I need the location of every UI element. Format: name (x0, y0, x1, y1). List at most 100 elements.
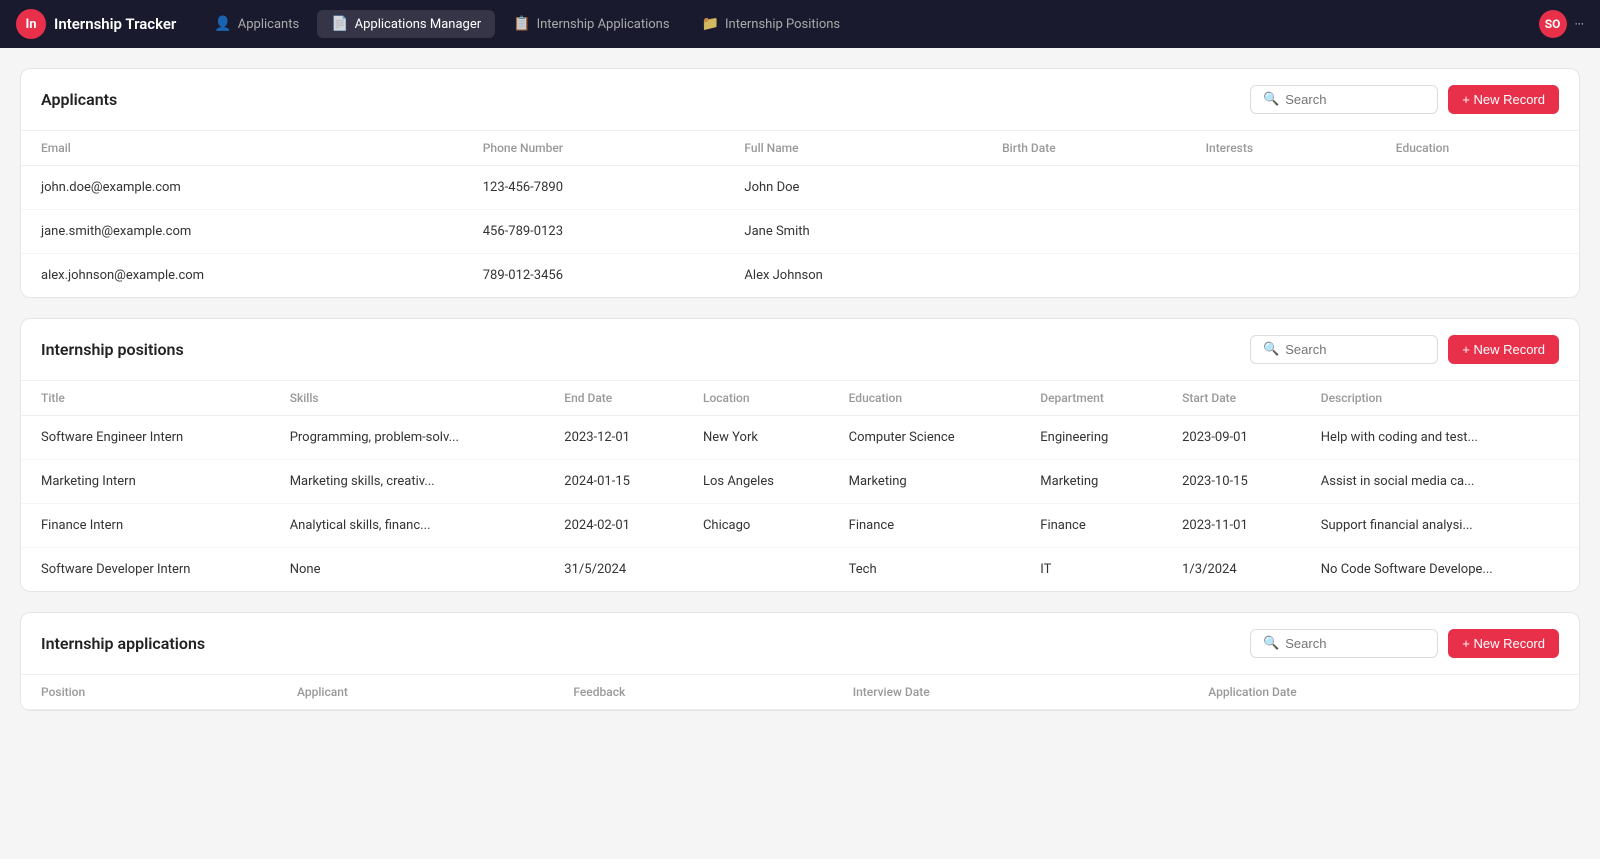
cell-edu: Computer Science (829, 416, 1021, 460)
applications-search-input[interactable] (1285, 636, 1425, 651)
cell-email: jane.smith@example.com (21, 210, 463, 254)
cell-location: Los Angeles (683, 460, 829, 504)
table-row[interactable]: alex.johnson@example.com 789-012-3456 Al… (21, 254, 1579, 298)
cell-title: Finance Intern (21, 504, 270, 548)
positions-search-box[interactable]: 🔍 (1250, 335, 1438, 364)
applications-title: Internship applications (41, 634, 1250, 653)
applications-header: Internship applications 🔍 + New Record (21, 613, 1579, 675)
col-email: Email (21, 131, 463, 166)
table-row[interactable]: Marketing Intern Marketing skills, creat… (21, 460, 1579, 504)
col-application-date: Application Date (1188, 675, 1579, 710)
user-avatar[interactable]: SO (1539, 10, 1567, 38)
applications-search-box[interactable]: 🔍 (1250, 629, 1438, 658)
cell-end-date: 2023-12-01 (544, 416, 683, 460)
cell-start-date: 1/3/2024 (1162, 548, 1301, 592)
applicants-table: Email Phone Number Full Name Birth Date … (21, 131, 1579, 297)
col-position: Position (21, 675, 277, 710)
col-description: Description (1301, 381, 1579, 416)
cell-interests (1186, 166, 1376, 210)
cell-edu: Marketing (829, 460, 1021, 504)
cell-email: john.doe@example.com (21, 166, 463, 210)
applicants-table-header-row: Email Phone Number Full Name Birth Date … (21, 131, 1579, 166)
search-icon: 🔍 (1263, 92, 1279, 107)
cell-end-date: 2024-01-15 (544, 460, 683, 504)
applicants-search-box[interactable]: 🔍 (1250, 85, 1438, 114)
clipboard-icon: 📋 (513, 16, 530, 32)
nav-right: SO ··· (1539, 10, 1584, 38)
cell-education (1376, 210, 1579, 254)
col-skills: Skills (270, 381, 545, 416)
cell-start-date: 2023-11-01 (1162, 504, 1301, 548)
table-row[interactable]: jane.smith@example.com 456-789-0123 Jane… (21, 210, 1579, 254)
positions-header: Internship positions 🔍 + New Record (21, 319, 1579, 381)
nav-tab-applicants[interactable]: 👤 Applicants (200, 10, 313, 38)
col-location: Location (683, 381, 829, 416)
cell-department: Finance (1020, 504, 1162, 548)
cell-start-date: 2023-10-15 (1162, 460, 1301, 504)
applications-table-wrap: Position Applicant Feedback Interview Da… (21, 675, 1579, 710)
cell-education (1376, 166, 1579, 210)
col-end-date: End Date (544, 381, 683, 416)
cell-skills: Analytical skills, financ... (270, 504, 545, 548)
cell-birth-date (982, 210, 1186, 254)
applicants-table-body: john.doe@example.com 123-456-7890 John D… (21, 166, 1579, 298)
person-icon: 👤 (214, 16, 231, 32)
nav-tab-internship-applications[interactable]: 📋 Internship Applications (499, 10, 683, 38)
positions-card: Internship positions 🔍 + New Record Titl… (20, 318, 1580, 592)
cell-title: Software Developer Intern (21, 548, 270, 592)
cell-email: alex.johnson@example.com (21, 254, 463, 298)
table-row[interactable]: Software Engineer Intern Programming, pr… (21, 416, 1579, 460)
logo-badge: In (16, 9, 46, 39)
table-row[interactable]: john.doe@example.com 123-456-7890 John D… (21, 166, 1579, 210)
nav-tab-applicants-label: Applicants (238, 17, 299, 32)
table-row[interactable]: Finance Intern Analytical skills, financ… (21, 504, 1579, 548)
nav-tab-internship-positions[interactable]: 📁 Internship Positions (688, 10, 855, 38)
cell-name: Alex Johnson (724, 254, 982, 298)
positions-table-body: Software Engineer Intern Programming, pr… (21, 416, 1579, 592)
cell-interests (1186, 210, 1376, 254)
document-icon: 📄 (331, 16, 348, 32)
col-start-date: Start Date (1162, 381, 1301, 416)
col-interests: Interests (1186, 131, 1376, 166)
positions-search-input[interactable] (1285, 342, 1425, 357)
cell-skills: None (270, 548, 545, 592)
positions-table: Title Skills End Date Location Education… (21, 381, 1579, 591)
cell-department: Engineering (1020, 416, 1162, 460)
folder-icon: 📁 (702, 16, 719, 32)
col-title: Title (21, 381, 270, 416)
cell-title: Software Engineer Intern (21, 416, 270, 460)
applicants-card: Applicants 🔍 + New Record Email Phone Nu… (20, 68, 1580, 298)
applications-actions: 🔍 + New Record (1250, 629, 1559, 658)
cell-description: Support financial analysi... (1301, 504, 1579, 548)
positions-table-wrap: Title Skills End Date Location Education… (21, 381, 1579, 591)
col-education: Education (1376, 131, 1579, 166)
col-applicant: Applicant (277, 675, 553, 710)
col-department: Department (1020, 381, 1162, 416)
main-content: Applicants 🔍 + New Record Email Phone Nu… (0, 48, 1600, 731)
applications-table: Position Applicant Feedback Interview Da… (21, 675, 1579, 710)
col-edu: Education (829, 381, 1021, 416)
cell-description: Assist in social media ca... (1301, 460, 1579, 504)
col-feedback: Feedback (553, 675, 832, 710)
cell-edu: Tech (829, 548, 1021, 592)
cell-skills: Marketing skills, creativ... (270, 460, 545, 504)
app-title: Internship Tracker (54, 15, 176, 33)
positions-new-record-button[interactable]: + New Record (1448, 335, 1559, 364)
applicants-header: Applicants 🔍 + New Record (21, 69, 1579, 131)
col-fullname: Full Name (724, 131, 982, 166)
cell-location (683, 548, 829, 592)
nav-tab-applications-manager-label: Applications Manager (355, 17, 482, 32)
positions-actions: 🔍 + New Record (1250, 335, 1559, 364)
table-row[interactable]: Software Developer Intern None 31/5/2024… (21, 548, 1579, 592)
cell-birth-date (982, 166, 1186, 210)
cell-location: New York (683, 416, 829, 460)
nav-tabs: 👤 Applicants 📄 Applications Manager 📋 In… (200, 10, 1530, 38)
cell-birth-date (982, 254, 1186, 298)
applications-card: Internship applications 🔍 + New Record P… (20, 612, 1580, 711)
nav-tab-applications-manager[interactable]: 📄 Applications Manager (317, 10, 495, 38)
applications-new-record-button[interactable]: + New Record (1448, 629, 1559, 658)
applicants-search-input[interactable] (1285, 92, 1425, 107)
applicants-actions: 🔍 + New Record (1250, 85, 1559, 114)
cell-end-date: 31/5/2024 (544, 548, 683, 592)
applicants-new-record-button[interactable]: + New Record (1448, 85, 1559, 114)
